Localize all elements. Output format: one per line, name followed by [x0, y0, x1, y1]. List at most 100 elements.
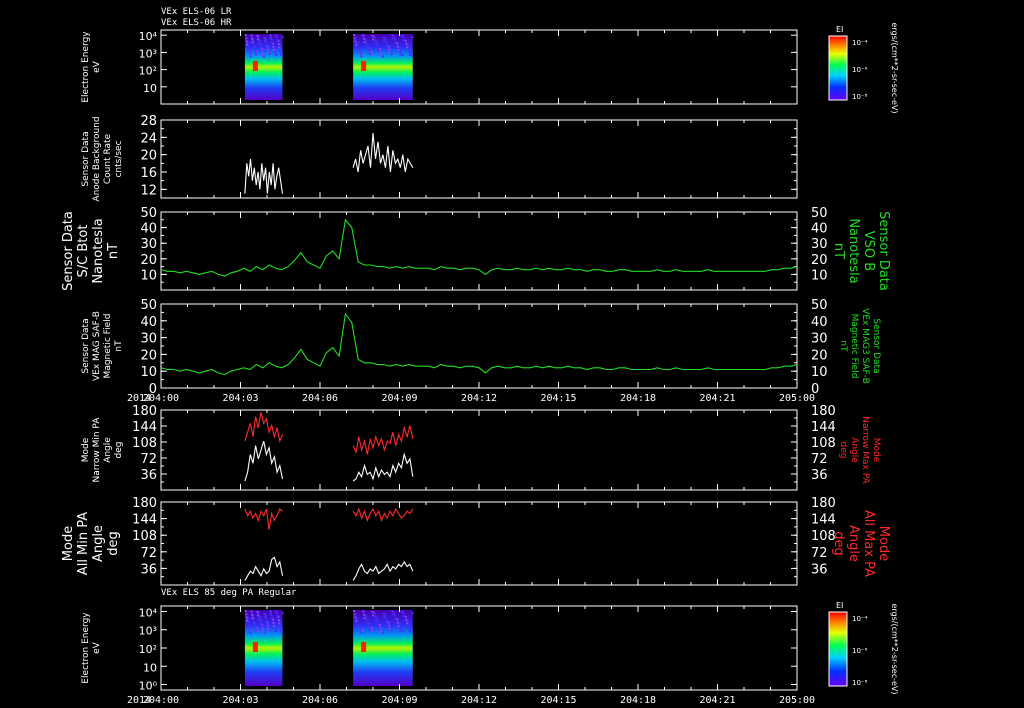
spectrogram-speckle — [247, 623, 250, 626]
spectrogram-speckle — [385, 620, 388, 623]
spectrogram-speckle — [249, 628, 252, 631]
y-tick-label: 12 — [140, 183, 157, 198]
x-tick-label: 205:00 — [779, 695, 815, 706]
spectrogram-speckle — [401, 54, 404, 57]
spectrogram-speckle — [407, 47, 410, 50]
spectrogram-speckle — [411, 612, 414, 615]
spectrogram-speckle — [249, 55, 252, 58]
spectrogram-speckle — [364, 614, 367, 617]
spectrogram-speckle — [272, 45, 275, 48]
series-line-2 — [244, 440, 284, 482]
spectrogram-speckle — [401, 630, 404, 633]
spectrogram-speckle — [370, 53, 373, 56]
x-tick-label: 204:09 — [381, 695, 417, 706]
y-tick-label: 144 — [132, 420, 157, 435]
spectrogram-speckle — [268, 610, 271, 612]
y-axis-label-left: All Min PA — [76, 512, 91, 575]
y-tick-label: 10 — [140, 268, 157, 283]
spectrogram-speckle — [277, 43, 280, 46]
series-line-1 — [244, 507, 283, 530]
y-tick-label: 108 — [132, 529, 157, 544]
spectrogram-speckle — [376, 619, 379, 622]
panel-frame — [160, 211, 798, 291]
y-tick-label-right: 30 — [811, 332, 828, 347]
x-tick-label: 204:12 — [461, 393, 497, 404]
spectrogram-speckle — [274, 610, 277, 613]
spectrogram-speckle — [402, 614, 405, 617]
spectrogram-speckle — [254, 52, 257, 55]
spectrogram-speckle — [368, 49, 371, 52]
spectrogram-speckle — [391, 613, 394, 616]
spectrogram-speckle — [410, 630, 413, 633]
spectrogram-speckle — [394, 41, 397, 44]
spectrogram-speckle — [245, 613, 248, 616]
spectrogram-speckle — [281, 612, 284, 615]
spectrogram-block-1 — [244, 610, 283, 686]
spectrogram-speckle — [353, 37, 356, 40]
spectrogram-speckle — [245, 40, 248, 43]
y-tick-label: 10 — [143, 82, 157, 95]
spectrogram-speckle — [367, 46, 370, 49]
spectrogram-speckle — [369, 52, 372, 55]
y-tick-label: 144 — [132, 513, 157, 528]
spectrogram-speckle — [387, 621, 390, 624]
x-tick-label: 204:21 — [699, 393, 735, 404]
y-tick-label-right: 144 — [811, 420, 836, 435]
spectrogram-speckle — [258, 42, 261, 45]
spectrogram-speckle — [279, 626, 282, 629]
y-axis-label-left: Angle — [103, 437, 113, 463]
y-tick-label-right: 36 — [811, 562, 828, 577]
spectrogram-speckle — [370, 50, 373, 53]
spectrogram-speckle — [396, 45, 399, 48]
spectrogram-speckle — [382, 631, 385, 634]
y-tick-label-right: 180 — [811, 404, 836, 419]
colorbar-units: ergs/(cm**2-sr-sec-eV) — [890, 603, 899, 694]
spectrogram-speckle — [362, 37, 365, 40]
spectrogram-speckle — [267, 627, 270, 630]
spectrogram-speckle — [383, 615, 386, 618]
spectrogram-speckle — [361, 53, 364, 56]
y-axis-label-left: VEx MAG SAF-B — [92, 311, 102, 381]
spectrogram-speckle — [400, 34, 403, 37]
spectrogram-speckle — [396, 42, 399, 45]
spectrogram-speckle — [354, 43, 357, 46]
spectrogram-speckle — [254, 628, 257, 631]
spectrogram-speckle — [405, 43, 408, 46]
spectrogram-speckle — [383, 39, 386, 42]
spectrogram-speckle — [393, 35, 396, 38]
spectrogram-speckle — [276, 614, 279, 617]
spectrogram-speckle — [402, 35, 405, 38]
spectrogram-speckle — [377, 622, 380, 625]
spectrogram-speckle — [260, 46, 263, 49]
y-tick-label: 28 — [140, 114, 157, 129]
spectrogram-speckle — [388, 624, 391, 627]
spectrogram-speckle — [270, 41, 273, 44]
y-tick-label: 24 — [140, 131, 157, 146]
spectrogram-speckle — [256, 38, 259, 41]
spectrogram-speckle — [409, 53, 412, 56]
spectrogram-speckle — [247, 47, 250, 50]
colorbar-tick-label: 10⁻⁸ — [852, 679, 868, 687]
y-tick-label: 20 — [140, 253, 157, 268]
y-axis-label-right: Magnetic Field — [849, 314, 859, 379]
spectrogram-speckle — [261, 630, 264, 633]
spectrogram-speckle — [387, 45, 390, 48]
y-axis-label-right: Angle — [846, 525, 861, 562]
spectrogram-speckle — [254, 625, 257, 628]
y-axis-label-right: Mode — [876, 526, 891, 561]
colorbar — [828, 35, 848, 101]
spectrogram-speckle — [359, 625, 362, 628]
y-tick-label: 180 — [132, 496, 157, 511]
series-line-1 — [160, 312, 798, 376]
spectrogram-speckle — [256, 35, 259, 38]
spectrogram-speckle — [272, 621, 275, 624]
colorbar-units: ergs/(cm**2-sr-sec-eV) — [890, 22, 899, 113]
spectrogram-speckle — [405, 46, 408, 49]
x-tick-label: 204:18 — [620, 393, 656, 404]
y-axis-label-right: Narrow Max PA — [860, 416, 870, 484]
y-axis-label-left: Sensor Data — [81, 131, 91, 186]
spectrogram-speckle — [276, 38, 279, 41]
spectrogram-speckle — [391, 34, 394, 36]
spectrogram-speckle — [364, 38, 367, 41]
y-axis-label-left: Narrow Min PA — [92, 417, 102, 483]
